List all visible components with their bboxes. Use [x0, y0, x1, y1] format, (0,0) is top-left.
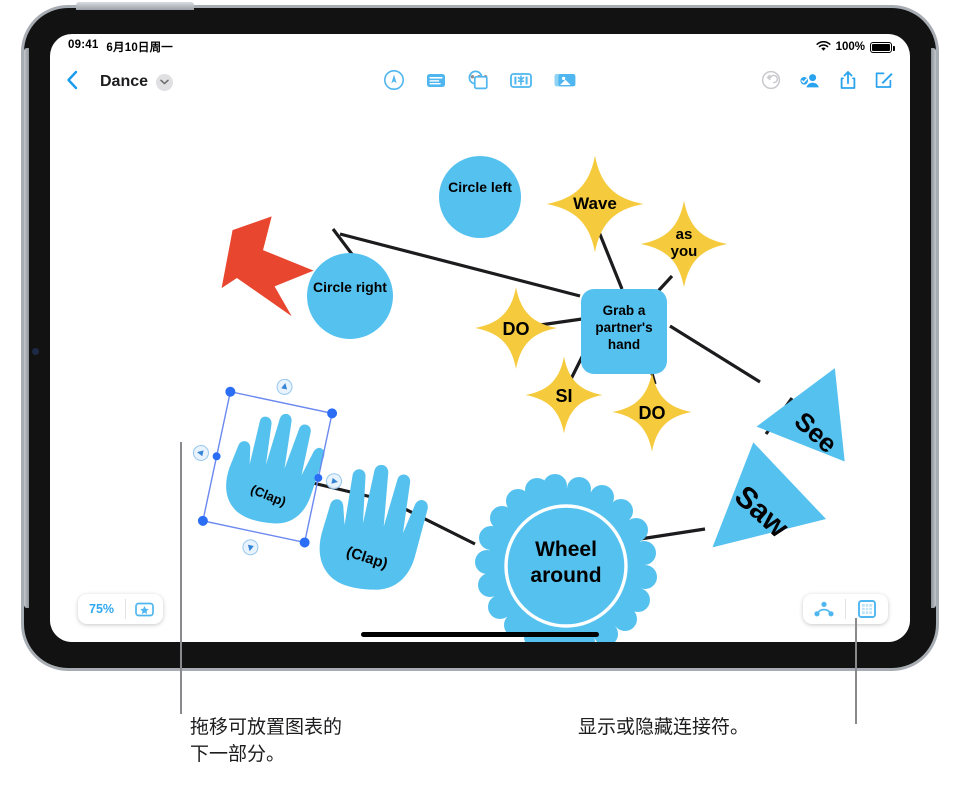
callout-leader-line-left [180, 442, 182, 714]
star-badge-icon[interactable] [126, 602, 163, 617]
shapes-icon[interactable] [467, 69, 489, 96]
status-bar-left: 09:41 6月10日周一 [68, 39, 173, 55]
home-indicator[interactable] [361, 632, 599, 637]
node-do-right-label: DO [639, 403, 666, 423]
handle-bottom-right [299, 537, 310, 548]
node-circle-left-label-1: Circle left [448, 179, 512, 195]
zoom-control-pill: 75% [78, 594, 164, 624]
callout-caption-right: 显示或隐藏连接符。 [578, 717, 750, 738]
node-wave-label: Wave [573, 194, 617, 213]
collaborate-icon[interactable] [798, 70, 822, 95]
device-side-sensor [32, 348, 39, 355]
handle-top-left [225, 386, 236, 397]
wifi-icon [816, 40, 831, 54]
media-icon[interactable] [553, 69, 577, 96]
node-circle-right-label: Circle right [313, 279, 387, 295]
back-chevron-icon[interactable] [66, 70, 86, 95]
handle-top-right [327, 408, 338, 419]
text-box-icon[interactable] [425, 69, 447, 96]
right-toolbar [761, 69, 894, 96]
status-date: 6月10日周一 [106, 42, 174, 54]
node-circle-right[interactable]: Circle right [307, 253, 393, 339]
node-as-you[interactable]: as you [640, 200, 728, 288]
device-screen: 09:41 6月10日周一 100% Dance Wave as you DO … [50, 34, 910, 642]
node-saw[interactable]: Saw [690, 430, 827, 548]
node-wheel-label-1: Wheel [535, 538, 597, 561]
battery-percent: 100% [835, 41, 865, 53]
view-control-pill [803, 594, 888, 624]
handle-bottom-left [197, 515, 208, 526]
status-bar-right: 100% [816, 40, 895, 54]
device-left-edge [24, 48, 29, 608]
node-do-left-label: DO [503, 319, 530, 339]
node-si-label: SI [555, 386, 572, 406]
markup-pen-icon[interactable] [383, 69, 405, 96]
diagram-canvas[interactable]: Wave as you DO SI DO Circle left Circle … [50, 104, 910, 642]
handle-mid-left [212, 452, 221, 461]
status-time: 09:41 [68, 39, 99, 51]
node-as-you-label-1: as [676, 226, 693, 243]
device-top-button [76, 2, 194, 10]
undo-icon[interactable] [761, 70, 781, 95]
compose-icon[interactable] [874, 70, 894, 95]
node-grab-label-3: hand [608, 337, 640, 352]
red-arrow-shape[interactable] [217, 214, 317, 321]
sticker-icon[interactable] [509, 69, 533, 96]
node-grab-partners-hand[interactable]: Grab a partner's hand [581, 289, 667, 374]
node-see[interactable]: See [751, 368, 845, 470]
navigation-bar: Dance ••• [50, 60, 910, 104]
device-right-edge [931, 48, 936, 608]
connector-grab-see [669, 324, 761, 384]
node-as-you-label-2: you [671, 243, 698, 260]
node-wave[interactable]: Wave [546, 155, 644, 253]
callout-caption-left: 拖移可放置图表的 下一部分。 [190, 715, 430, 769]
node-wheel-around[interactable]: Wheel around [475, 474, 657, 642]
node-grab-label-1: Grab a [603, 303, 646, 318]
status-bar: 09:41 6月10日周一 100% [50, 34, 910, 60]
node-do-right[interactable]: DO [612, 372, 692, 452]
page-title: Dance [100, 73, 149, 90]
node-clap-selected[interactable]: (Clap) [219, 405, 331, 532]
callout-left-line-2: 下一部分。 [190, 743, 286, 765]
node-circle-left[interactable]: Circle left [439, 156, 521, 238]
frame-grid-icon[interactable] [846, 599, 888, 619]
connector-wheel-saw [639, 527, 706, 541]
center-toolbar [383, 69, 577, 96]
connector-graph-icon[interactable] [803, 601, 845, 617]
callout-left-line-1: 拖移可放置图表的 [190, 717, 343, 738]
chevron-down-icon[interactable] [156, 73, 174, 91]
node-wheel-label-2: around [530, 564, 601, 587]
battery-full-icon [870, 41, 895, 53]
share-icon[interactable] [839, 69, 857, 96]
node-do-left[interactable]: DO [475, 287, 557, 369]
tablet-device-frame: 09:41 6月10日周一 100% Dance Wave as you DO … [24, 2, 936, 668]
node-grab-label-2: partner's [595, 320, 652, 335]
zoom-level-value[interactable]: 75% [78, 602, 125, 616]
callout-leader-line-right [855, 618, 857, 724]
